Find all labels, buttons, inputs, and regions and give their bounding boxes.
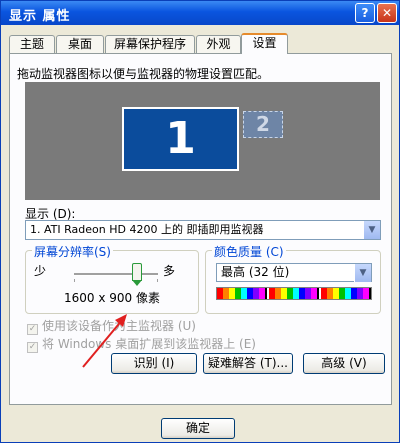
tab-desktop[interactable]: 桌面 xyxy=(56,35,104,53)
checkbox-icon: ✓ xyxy=(27,342,38,353)
advanced-button[interactable]: 高级 (V) xyxy=(303,353,385,374)
resolution-more-label: 多 xyxy=(163,264,176,278)
resolution-value: 1600 x 900 像素 xyxy=(64,291,160,305)
title-bar[interactable]: 显示 属性 ? ✕ xyxy=(1,1,399,25)
slider-thumb-tip xyxy=(132,280,142,286)
tab-settings[interactable]: 设置 xyxy=(241,33,288,54)
resolution-legend: 屏幕分辨率(S) xyxy=(32,243,113,260)
ok-button[interactable]: 确定 xyxy=(161,418,235,439)
resolution-slider-thumb[interactable] xyxy=(132,263,142,286)
resolution-less-label: 少 xyxy=(34,264,47,278)
resolution-slider-track[interactable] xyxy=(74,273,158,276)
tab-appearance[interactable]: 外观 xyxy=(196,35,241,53)
annotation-arrow-icon xyxy=(82,314,127,368)
display-select[interactable]: 1. ATI Radeon HD 4200 上的 即插即用监视器 ▼ xyxy=(25,220,381,240)
checkbox-icon: ✓ xyxy=(27,324,38,335)
display-properties-window: 显示 属性 ? ✕ 主题 桌面 屏幕保护程序 外观 设置 拖动监视器图标以便与监… xyxy=(0,0,400,443)
extend-desktop-label: 将 Windows 桌面扩展到该监视器上 (E) xyxy=(42,337,256,351)
color-quality-value: 最高 (32 位) xyxy=(221,265,290,279)
tab-screensaver[interactable]: 屏幕保护程序 xyxy=(105,35,195,53)
monitor-2-icon[interactable]: 2 xyxy=(243,111,283,138)
monitor-preview: 1 2 xyxy=(25,82,380,200)
intro-text: 拖动监视器图标以便与监视器的物理设置匹配。 xyxy=(17,67,270,81)
chevron-down-icon[interactable]: ▼ xyxy=(354,264,371,282)
display-select-value: 1. ATI Radeon HD 4200 上的 即插即用监视器 xyxy=(30,223,264,236)
chevron-down-icon[interactable]: ▼ xyxy=(363,221,380,239)
color-quality-select[interactable]: 最高 (32 位) ▼ xyxy=(216,263,372,282)
color-quality-group: 颜色质量 (C) 最高 (32 位) ▼ xyxy=(205,243,381,314)
tab-theme[interactable]: 主题 xyxy=(9,35,55,53)
resolution-group: 屏幕分辨率(S) 少 多 1600 x 900 像素 xyxy=(25,243,199,314)
resolution-slider-ticks xyxy=(74,279,158,282)
window-title: 显示 属性 xyxy=(9,9,71,24)
monitor-1-icon[interactable]: 1 xyxy=(122,107,239,171)
close-button[interactable]: ✕ xyxy=(377,3,397,23)
color-quality-legend: 颜色质量 (C) xyxy=(212,243,286,260)
extend-desktop-checkbox[interactable]: ✓ 将 Windows 桌面扩展到该监视器上 (E) xyxy=(27,335,256,353)
troubleshoot-button[interactable]: 疑难解答 (T)... xyxy=(203,353,293,374)
help-button[interactable]: ? xyxy=(355,3,375,23)
color-spectrum-preview xyxy=(216,287,372,300)
